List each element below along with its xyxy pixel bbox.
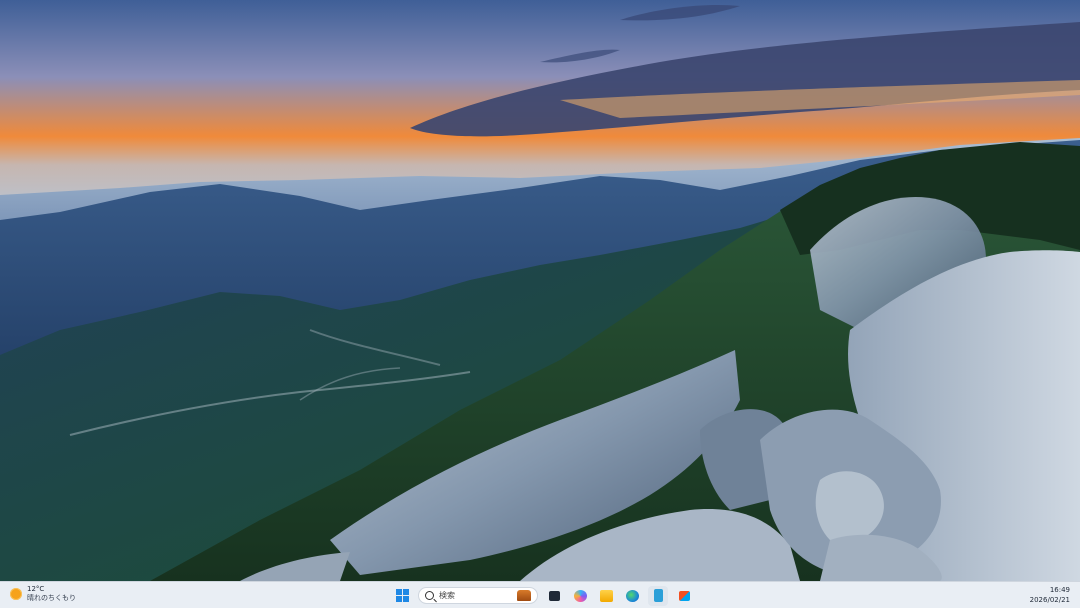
start-button[interactable] [392,586,412,606]
notepad-icon [653,589,663,602]
store-button[interactable] [674,586,694,606]
search-icon [425,591,434,600]
copilot-icon [573,589,587,602]
file-explorer-button[interactable] [596,586,616,606]
clock-time: 16:49 [1049,586,1070,594]
edge-icon [625,589,639,602]
file-explorer-icon [599,589,613,602]
desktop-wallpaper [0,0,1080,581]
system-tray-clock[interactable]: 16:49 2026/02/21 [1030,585,1070,605]
copilot-button[interactable] [570,586,590,606]
windows-logo-icon [395,589,409,602]
search-highlight-icon [517,590,531,601]
weather-sun-icon [10,588,22,600]
search-box[interactable]: 検索 [418,587,538,604]
notepad-button[interactable] [648,585,668,606]
task-view-button[interactable] [544,586,564,606]
store-icon [678,590,690,601]
weather-widget[interactable]: 12°C 晴れのちくもり [10,585,76,603]
weather-temperature: 12°C [27,585,45,593]
task-view-icon [548,590,560,601]
clock-date: 2026/02/21 [1029,596,1070,604]
edge-button[interactable] [622,586,642,606]
taskbar-center: 検索 [392,585,694,606]
search-label: 検索 [439,591,455,600]
taskbar: 12°C 晴れのちくもり 検索 16:49 2026/02/21 [0,581,1080,608]
weather-condition: 晴れのちくもり [27,594,76,602]
